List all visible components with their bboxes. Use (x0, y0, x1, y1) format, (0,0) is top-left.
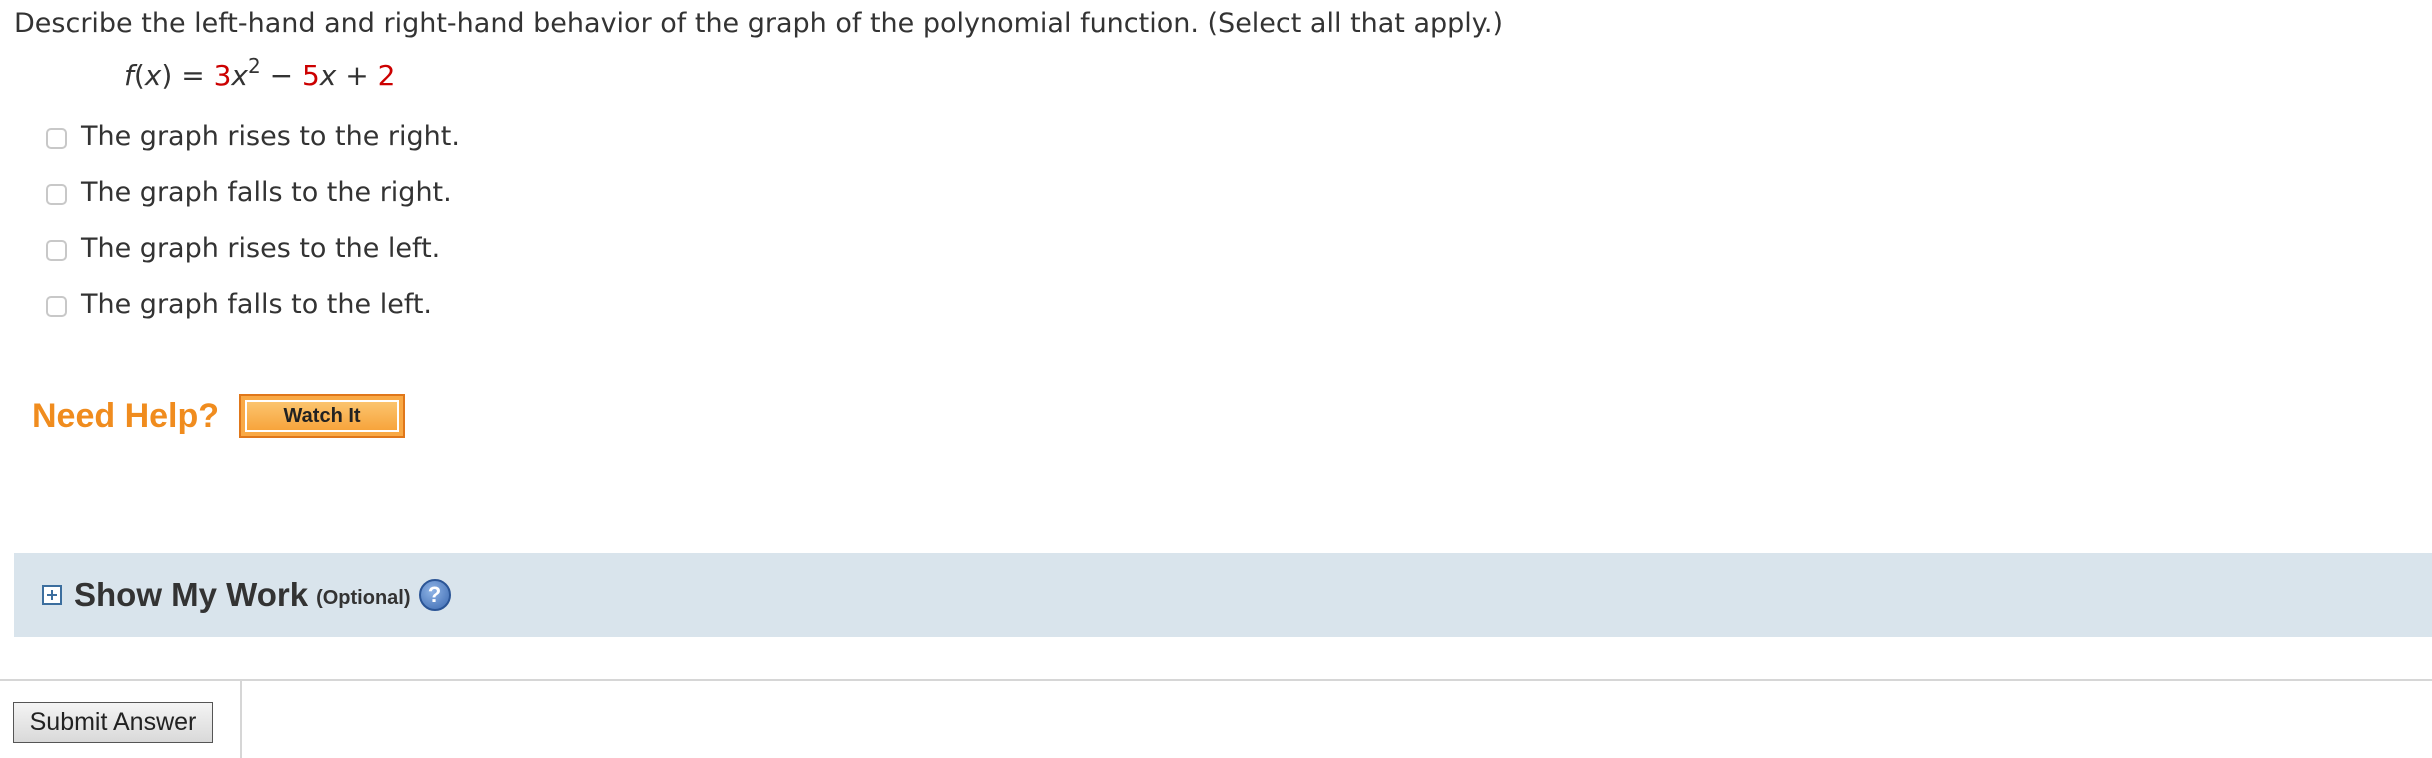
submit-answer-button[interactable]: Submit Answer (13, 702, 213, 743)
variable-x: x (319, 59, 337, 92)
option-label[interactable]: The graph rises to the left. (81, 233, 440, 264)
polynomial-equation: f(x) = 3x2 − 5x + 2 (124, 56, 395, 96)
option-falls-right[interactable]: The graph falls to the right. (46, 164, 460, 220)
help-question-icon[interactable]: ? (418, 579, 451, 611)
question-prompt: Describe the left-hand and right-hand be… (14, 8, 1504, 39)
option-rises-left[interactable]: The graph rises to the left. (46, 220, 460, 276)
constant-term: 2 (377, 59, 396, 92)
option-rises-right[interactable]: The graph rises to the right. (46, 108, 460, 164)
need-help-row: Need Help? Watch It (32, 394, 406, 438)
answer-options: The graph rises to the right. The graph … (46, 108, 460, 332)
option-falls-left[interactable]: The graph falls to the left. (46, 276, 460, 332)
checkbox[interactable] (46, 239, 67, 261)
function-argument: x (144, 59, 162, 92)
variable-x-squared: x (231, 59, 248, 92)
function-name: f (124, 59, 134, 92)
plus-operator: + (336, 59, 378, 92)
bottom-divider (0, 679, 2432, 681)
checkbox[interactable] (46, 295, 67, 317)
open-paren: ( (133, 59, 145, 92)
option-label[interactable]: The graph falls to the right. (81, 177, 452, 208)
show-my-work-title[interactable]: Show My Work (74, 576, 308, 614)
option-label[interactable]: The graph falls to the left. (81, 289, 432, 320)
expand-plus-icon[interactable] (42, 585, 62, 605)
option-label[interactable]: The graph rises to the right. (81, 121, 460, 152)
linear-coefficient: 5 (301, 59, 320, 92)
optional-label: (Optional) (316, 586, 411, 609)
watch-it-button-label[interactable]: Watch It (245, 400, 400, 432)
need-help-label: Need Help? (32, 396, 220, 435)
checkbox[interactable] (46, 127, 67, 149)
exponent: 2 (247, 54, 261, 78)
minus-operator: − (260, 59, 302, 92)
equals-sign: ) = (161, 59, 214, 92)
leading-coefficient: 3 (213, 59, 232, 92)
watch-it-button[interactable]: Watch It (239, 394, 406, 438)
bottom-vertical-divider (240, 679, 242, 758)
show-my-work-bar[interactable]: Show My Work (Optional) ? (14, 553, 2432, 637)
checkbox[interactable] (46, 183, 67, 205)
question-page: Describe the left-hand and right-hand be… (0, 0, 2432, 758)
